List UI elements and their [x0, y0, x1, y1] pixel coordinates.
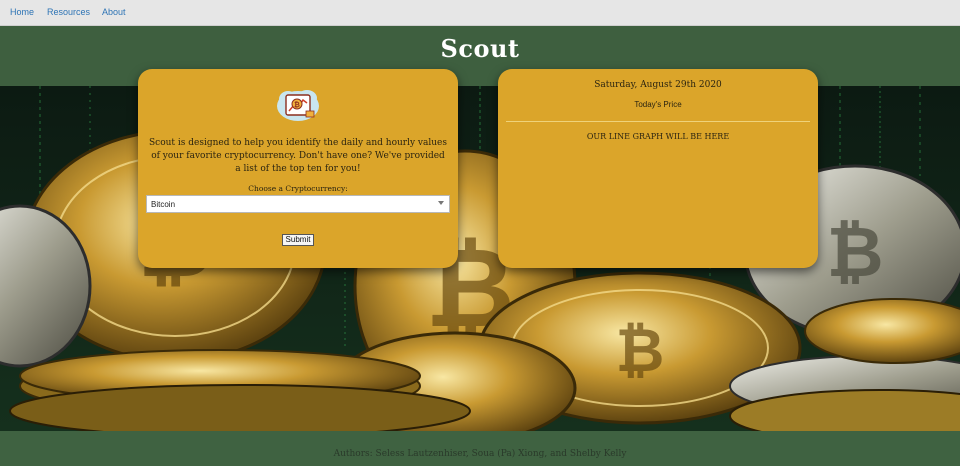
crypto-select-label: Choose a Cryptocurrency:: [248, 184, 348, 193]
line-graph-placeholder: OUR LINE GRAPH WILL BE HERE: [586, 132, 730, 141]
page-title: Scout: [440, 34, 520, 63]
svg-text:₿: ₿: [826, 211, 883, 293]
svg-text:₿: ₿: [616, 316, 665, 386]
crypto-select[interactable]: Bitcoin: [146, 195, 450, 213]
divider: [506, 121, 810, 122]
todays-price-label: Today's Price: [634, 100, 682, 109]
chevron-down-icon: [438, 201, 444, 205]
crypto-chart-icon: ₿: [276, 87, 320, 123]
svg-text:₿: ₿: [294, 101, 300, 109]
price-card: Saturday, August 29th 2020 Today's Price…: [498, 69, 818, 268]
intro-description: Scout is designed to help you identify t…: [149, 138, 447, 174]
nav-link-home[interactable]: Home: [10, 7, 34, 17]
current-date: Saturday, August 29th 2020: [594, 80, 722, 90]
crypto-select-value: Bitcoin: [151, 200, 176, 209]
navbar: Home Resources About: [0, 0, 960, 26]
intro-card: ₿ Scout is designed to help you identify…: [138, 69, 458, 268]
nav-link-about[interactable]: About: [102, 7, 126, 17]
footer-authors: Authors: Seless Lautzenhiser, Soua (Pa) …: [333, 449, 627, 459]
nav-link-resources[interactable]: Resources: [47, 7, 90, 17]
submit-button[interactable]: Submit: [282, 234, 314, 246]
